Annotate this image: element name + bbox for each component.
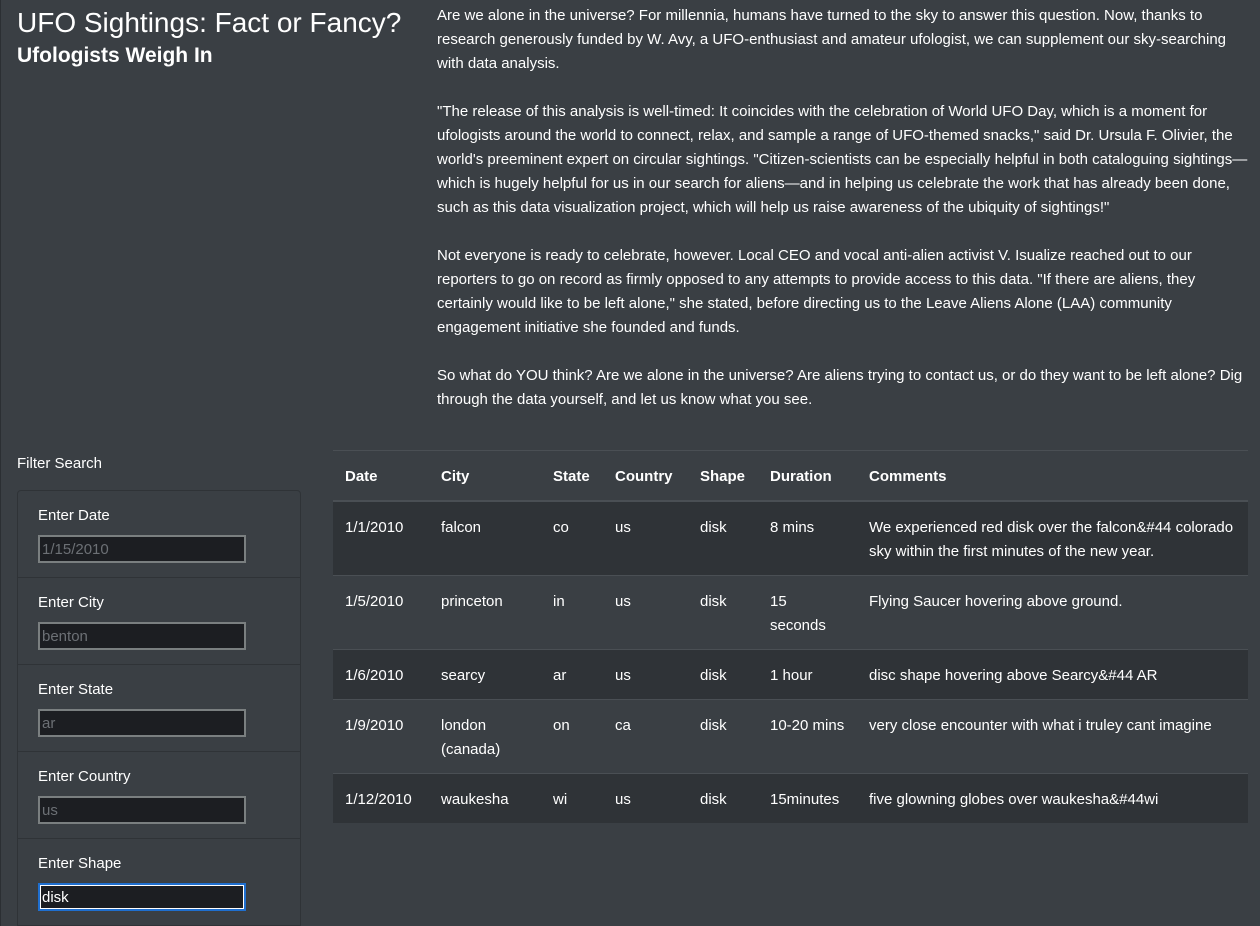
table-row: 1/6/2010 searcy ar us disk 1 hour disc s… bbox=[333, 649, 1248, 700]
cell-city: london (canada) bbox=[429, 699, 541, 774]
city-label: Enter City bbox=[38, 594, 104, 611]
article-paragraph: So what do YOU think? Are we alone in th… bbox=[437, 367, 1243, 408]
filter-panel: Enter Date Enter City Enter State Enter … bbox=[17, 490, 301, 926]
filter-item-shape: Enter Shape bbox=[18, 839, 300, 926]
table-row: 1/1/2010 falcon co us disk 8 mins We exp… bbox=[333, 500, 1248, 576]
cell-duration: 15 seconds bbox=[758, 575, 857, 650]
header-date: Date bbox=[333, 450, 429, 502]
article: Are we alone in the universe? For millen… bbox=[437, 4, 1255, 412]
header-state: State bbox=[541, 450, 603, 502]
cell-country: us bbox=[603, 773, 688, 823]
cell-date: 1/9/2010 bbox=[333, 699, 429, 774]
cell-country: us bbox=[603, 575, 688, 650]
country-label: Enter Country bbox=[38, 768, 131, 785]
country-input[interactable] bbox=[38, 796, 246, 824]
cell-duration: 10-20 mins bbox=[758, 699, 857, 774]
state-input[interactable] bbox=[38, 709, 246, 737]
shape-input[interactable] bbox=[38, 883, 246, 911]
filter-search-title: Filter Search bbox=[17, 455, 103, 472]
cell-shape: disk bbox=[688, 773, 758, 823]
cell-country: ca bbox=[603, 699, 688, 774]
header-country: Country bbox=[603, 450, 688, 502]
header-shape: Shape bbox=[688, 450, 758, 502]
article-paragraph: "The release of this analysis is well-ti… bbox=[437, 103, 1248, 216]
cell-duration: 1 hour bbox=[758, 649, 857, 700]
cell-comments: very close encounter with what i truley … bbox=[857, 699, 1248, 774]
article-paragraph: Are we alone in the universe? For millen… bbox=[437, 7, 1227, 72]
cell-state: wi bbox=[541, 773, 603, 823]
cell-comments: five glowning globes over waukesha&#44wi bbox=[857, 773, 1248, 823]
article-paragraph: Not everyone is ready to celebrate, howe… bbox=[437, 247, 1196, 336]
cell-state: ar bbox=[541, 649, 603, 700]
cell-date: 1/1/2010 bbox=[333, 500, 429, 576]
cell-comments: disc shape hovering above Searcy&#44 AR bbox=[857, 649, 1248, 700]
table-row: 1/5/2010 princeton in us disk 15 seconds… bbox=[333, 575, 1248, 650]
cell-city: falcon bbox=[429, 500, 541, 576]
city-input[interactable] bbox=[38, 622, 246, 650]
filter-item-date: Enter Date bbox=[18, 491, 300, 578]
shape-label: Enter Shape bbox=[38, 855, 122, 872]
cell-date: 1/12/2010 bbox=[333, 773, 429, 823]
cell-date: 1/5/2010 bbox=[333, 575, 429, 650]
results-table-container: Date City State Country Shape Duration C… bbox=[333, 450, 1248, 823]
header-duration: Duration bbox=[758, 450, 857, 502]
cell-city: searcy bbox=[429, 649, 541, 700]
cell-state: co bbox=[541, 500, 603, 576]
filter-item-city: Enter City bbox=[18, 578, 300, 665]
date-input[interactable] bbox=[38, 535, 246, 563]
state-label: Enter State bbox=[38, 681, 114, 698]
table-row: 1/9/2010 london (canada) on ca disk 10-2… bbox=[333, 699, 1248, 774]
cell-state: in bbox=[541, 575, 603, 650]
cell-city: princeton bbox=[429, 575, 541, 650]
header-city: City bbox=[429, 450, 541, 502]
cell-duration: 15minutes bbox=[758, 773, 857, 823]
cell-comments: Flying Saucer hovering above ground. bbox=[857, 575, 1248, 650]
page-subtitle: Ufologists Weigh In bbox=[17, 44, 213, 67]
date-label: Enter Date bbox=[38, 507, 110, 524]
cell-shape: disk bbox=[688, 649, 758, 700]
page-title: UFO Sightings: Fact or Fancy? bbox=[17, 7, 402, 38]
cell-duration: 8 mins bbox=[758, 500, 857, 576]
cell-country: us bbox=[603, 500, 688, 576]
filter-item-state: Enter State bbox=[18, 665, 300, 752]
table-row: 1/12/2010 waukesha wi us disk 15minutes … bbox=[333, 773, 1248, 823]
cell-shape: disk bbox=[688, 575, 758, 650]
cell-date: 1/6/2010 bbox=[333, 649, 429, 700]
cell-shape: disk bbox=[688, 699, 758, 774]
cell-comments: We experienced red disk over the falcon&… bbox=[857, 500, 1248, 576]
cell-shape: disk bbox=[688, 500, 758, 576]
cell-city: waukesha bbox=[429, 773, 541, 823]
cell-state: on bbox=[541, 699, 603, 774]
cell-country: us bbox=[603, 649, 688, 700]
filter-item-country: Enter Country bbox=[18, 752, 300, 839]
header-comments: Comments bbox=[857, 450, 1248, 502]
results-table: Date City State Country Shape Duration C… bbox=[333, 450, 1248, 823]
table-header-row: Date City State Country Shape Duration C… bbox=[333, 450, 1248, 502]
page: UFO Sightings: Fact or Fancy? Ufologists… bbox=[0, 0, 1260, 926]
